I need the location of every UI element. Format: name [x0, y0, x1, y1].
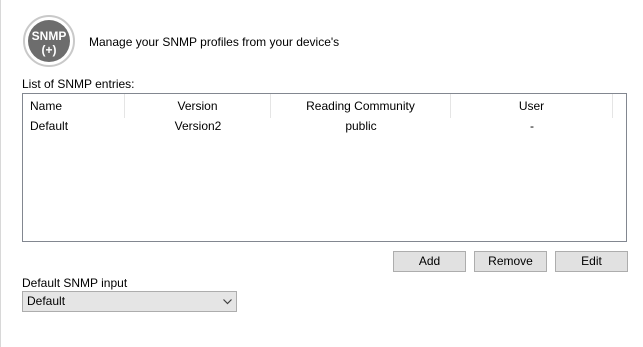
default-snmp-input-label: Default SNMP input — [22, 276, 128, 290]
add-button[interactable]: Add — [393, 251, 466, 272]
table-row[interactable]: Default Version2 public - — [23, 118, 626, 135]
cell-name: Default — [30, 119, 69, 133]
snmp-profiles-panel: SNMP (+) Manage your SNMP profiles from … — [0, 0, 643, 347]
cell-user: - — [530, 119, 534, 133]
logo-symbol: (+) — [42, 43, 57, 57]
column-header-user[interactable]: User — [451, 94, 613, 118]
chevron-down-icon — [222, 296, 233, 307]
column-header-filler — [613, 94, 626, 118]
header-description: Manage your SNMP profiles from your devi… — [89, 35, 340, 49]
list-label: List of SNMP entries: — [22, 77, 135, 91]
left-divider — [0, 0, 1, 347]
column-header-name[interactable]: Name — [23, 94, 125, 118]
remove-button[interactable]: Remove — [474, 251, 547, 272]
column-header-reading-community[interactable]: Reading Community — [271, 94, 451, 118]
list-header: Name Version Reading Community User — [23, 94, 626, 118]
default-snmp-input-select[interactable]: Default — [22, 291, 237, 312]
column-header-version[interactable]: Version — [125, 94, 271, 118]
default-snmp-input-value: Default — [27, 294, 66, 308]
cell-reading-community: public — [345, 119, 377, 133]
edit-button[interactable]: Edit — [555, 251, 628, 272]
cell-version: Version2 — [174, 119, 222, 133]
snmp-entries-list[interactable]: Name Version Reading Community User Defa… — [22, 93, 627, 242]
logo-text: SNMP — [32, 29, 67, 43]
snmp-badge-icon: SNMP (+) — [22, 14, 76, 68]
